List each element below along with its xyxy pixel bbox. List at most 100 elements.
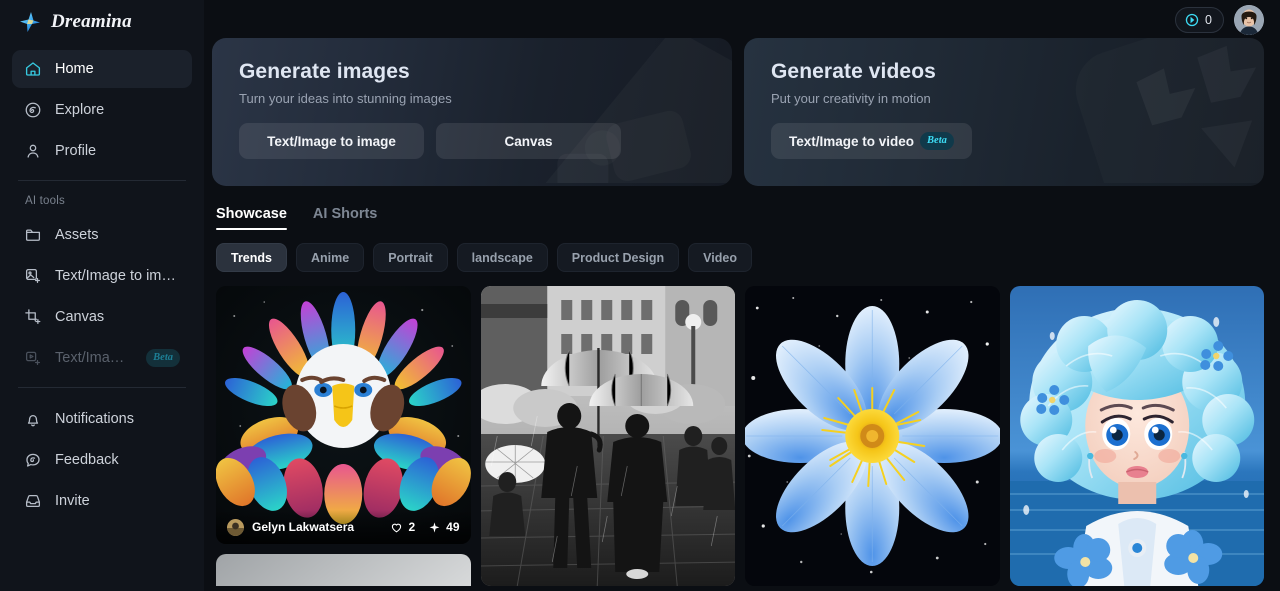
card-footer: Gelyn Lakwatsera 2 49 [216, 510, 471, 544]
text-image-to-image-button[interactable]: Text/Image to image [239, 123, 424, 159]
credits-value: 0 [1205, 13, 1212, 27]
chip-label: Anime [311, 250, 350, 265]
like-stat[interactable]: 2 [390, 520, 415, 534]
black-white-umbrella-street-image [480, 286, 735, 586]
sidebar-primary-nav: Home Explore Profile [12, 50, 192, 170]
hero-subtitle: Turn your ideas into stunning images [239, 91, 452, 106]
gallery-card-blue-flower[interactable] [745, 286, 1000, 586]
sidebar-item-assets[interactable]: Assets [12, 216, 192, 254]
card-author-name: Gelyn Lakwatsera [252, 520, 355, 534]
colorful-rainbow-eagle-image [216, 286, 471, 544]
topbar: 0 [1175, 0, 1280, 40]
heart-icon [392, 523, 402, 532]
text-image-to-video-button[interactable]: Text/Image to video Beta [771, 123, 972, 159]
gallery-column [480, 286, 735, 586]
app-root: Dreamina Home Explore Profile AI tools A… [0, 0, 1280, 591]
chat-icon [26, 453, 40, 467]
user-icon [27, 144, 39, 158]
sidebar: Dreamina Home Explore Profile AI tools A… [0, 0, 204, 591]
sidebar-item-explore[interactable]: Explore [12, 91, 192, 129]
hero-buttons: Text/Image to image Canvas [239, 123, 732, 159]
showcase-gallery: Gelyn Lakwatsera 2 49 [216, 286, 1264, 586]
hero-title: Generate videos [771, 60, 936, 83]
chip-label: Portrait [388, 250, 433, 265]
button-label: Text/Image to video [789, 133, 915, 149]
sidebar-item-feedback[interactable]: Feedback [12, 441, 192, 479]
light-gray-image [216, 554, 471, 586]
hero-card-generate-videos: Generate videos Put your creativity in m… [744, 38, 1264, 186]
sidebar-item-label: Canvas [55, 309, 105, 325]
beta-badge: Beta [146, 349, 180, 367]
image-plus-icon [25, 268, 41, 284]
chip-label: Trends [231, 250, 272, 265]
folder-icon [25, 229, 41, 241]
sidebar-item-canvas[interactable]: Canvas [12, 298, 192, 336]
chip-label: landscape [471, 250, 533, 265]
brand[interactable]: Dreamina [12, 2, 192, 42]
sparkle-stat[interactable]: 49 [428, 520, 460, 534]
gallery-card-bw-street[interactable] [480, 286, 735, 586]
sidebar-item-text-image-to-image[interactable]: Text/Image to image [12, 257, 192, 295]
sidebar-divider-top [18, 180, 186, 181]
hero-title: Generate images [239, 60, 410, 83]
hero-subtitle: Put your creativity in motion [771, 91, 931, 106]
gallery-column [1009, 286, 1264, 586]
credit-coin-icon [1185, 13, 1199, 27]
chip-portrait[interactable]: Portrait [373, 243, 448, 272]
sparkle-icon [429, 521, 440, 533]
sidebar-item-notifications[interactable]: Notifications [12, 400, 192, 438]
star-sparkle-icon [20, 12, 40, 32]
button-label: Text/Image to image [267, 133, 396, 149]
crop-plus-icon [25, 309, 41, 325]
inbox-icon [25, 494, 41, 508]
canvas-button[interactable]: Canvas [436, 123, 621, 159]
chip-trends[interactable]: Trends [216, 243, 287, 272]
tab-showcase[interactable]: Showcase [216, 206, 287, 230]
sidebar-item-home[interactable]: Home [12, 50, 192, 88]
gallery-card-light[interactable] [216, 554, 471, 586]
card-author-avatar [227, 518, 244, 536]
gallery-card-eagle[interactable]: Gelyn Lakwatsera 2 49 [216, 286, 471, 544]
compass-icon [25, 102, 41, 118]
chip-label: Product Design [571, 250, 665, 265]
sidebar-item-label: Text/Image to image [55, 268, 180, 284]
chip-product-design[interactable]: Product Design [556, 243, 680, 272]
tab-label: Showcase [216, 206, 287, 222]
sidebar-item-label: Invite [55, 493, 90, 509]
sidebar-item-label: Notifications [55, 411, 134, 427]
home-icon [25, 62, 41, 76]
blue-haired-3d-girl-image [1009, 286, 1264, 586]
gallery-card-blue-haired-girl[interactable] [1009, 286, 1264, 586]
sidebar-bottom-nav: Notifications Feedback Invite [12, 400, 192, 520]
card-stats: 2 49 [390, 520, 460, 534]
sidebar-item-label: Feedback [55, 452, 119, 468]
chip-label: Video [703, 250, 737, 265]
sidebar-item-label: Explore [55, 102, 105, 118]
beta-badge: Beta [920, 132, 954, 150]
chip-video[interactable]: Video [688, 243, 752, 272]
showcase-tabs: Showcase AI Shorts [216, 206, 1264, 230]
sidebar-tools-nav: Assets Text/Image to image Canvas Text/I… [12, 216, 192, 377]
chip-anime[interactable]: Anime [296, 243, 365, 272]
brand-name: Dreamina [51, 11, 132, 32]
sidebar-item-label: Home [55, 61, 94, 77]
sidebar-section-label: AI tools [25, 195, 65, 207]
bell-icon [27, 414, 39, 427]
sidebar-item-invite[interactable]: Invite [12, 482, 192, 520]
chip-landscape[interactable]: landscape [456, 243, 548, 272]
avatar-image [227, 518, 244, 536]
sidebar-item-label: Text/Image t... [55, 350, 127, 366]
credits-badge[interactable]: 0 [1175, 7, 1224, 33]
sidebar-item-label: Profile [55, 143, 97, 159]
avatar[interactable] [1234, 5, 1264, 35]
sidebar-divider-bottom [18, 387, 186, 388]
main-content: 0 Generate images Turn your ideas into s… [204, 0, 1280, 591]
hero-row: Generate images Turn your ideas into stu… [212, 38, 1264, 186]
gallery-column [745, 286, 1000, 586]
sidebar-item-text-image-to-video[interactable]: Text/Image t... Beta [12, 339, 192, 377]
button-label: Canvas [504, 133, 553, 149]
tab-ai-shorts[interactable]: AI Shorts [313, 206, 377, 230]
sidebar-item-profile[interactable]: Profile [12, 132, 192, 170]
sidebar-item-label: Assets [55, 227, 99, 243]
tab-label: AI Shorts [312, 206, 378, 222]
